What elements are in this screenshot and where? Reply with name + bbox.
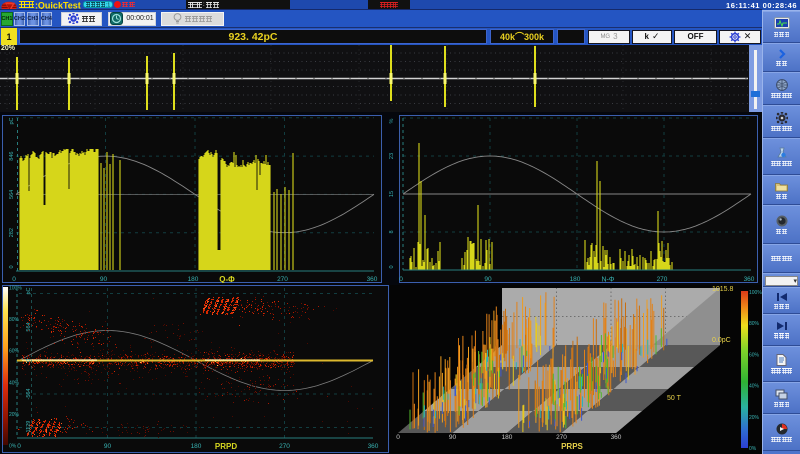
svg-text:0: 0	[9, 265, 15, 268]
svg-text:270: 270	[277, 276, 288, 283]
svg-text:0%: 0%	[9, 444, 17, 450]
svg-text:%: %	[389, 118, 395, 123]
svg-text:15: 15	[389, 191, 395, 197]
svg-text:40%: 40%	[9, 380, 20, 386]
svg-text:Q-Φ: Q-Φ	[219, 275, 235, 283]
svg-text:180: 180	[502, 434, 513, 441]
svg-text:90: 90	[104, 443, 112, 450]
svg-text:0: 0	[12, 276, 16, 283]
svg-text:564: 564	[9, 190, 15, 199]
svg-text:20%: 20%	[749, 415, 760, 421]
svg-text:50 T: 50 T	[667, 395, 682, 402]
svg-text:N-Φ: N-Φ	[602, 277, 615, 284]
svg-text:180: 180	[191, 443, 202, 450]
svg-text:20%: 20%	[9, 412, 20, 418]
svg-text:270: 270	[657, 276, 668, 283]
svg-text:pC: pC	[9, 117, 15, 124]
svg-text:40%: 40%	[749, 384, 760, 390]
svg-text:180: 180	[570, 276, 581, 283]
svg-text:180: 180	[188, 276, 199, 283]
svg-text:360: 360	[611, 434, 622, 441]
svg-text:360: 360	[367, 276, 378, 283]
svg-text:80%: 80%	[9, 317, 20, 323]
svg-text:270: 270	[279, 443, 290, 450]
svg-text:360: 360	[744, 276, 755, 283]
svg-text:80%: 80%	[749, 321, 760, 327]
svg-text:0: 0	[396, 434, 400, 441]
svg-text:0: 0	[389, 265, 395, 268]
svg-text:60%: 60%	[9, 349, 20, 355]
svg-text:PRPD: PRPD	[215, 442, 237, 451]
svg-text:282: 282	[9, 228, 15, 237]
svg-text:90: 90	[449, 434, 457, 441]
svg-text:0%: 0%	[749, 446, 757, 452]
svg-text:100%: 100%	[9, 286, 22, 292]
svg-text:360: 360	[368, 443, 379, 450]
svg-text:90: 90	[100, 276, 108, 283]
svg-text:8: 8	[389, 230, 395, 233]
svg-text:23: 23	[389, 153, 395, 159]
svg-text:0: 0	[399, 276, 403, 283]
svg-text:100%: 100%	[749, 290, 762, 296]
svg-text:90: 90	[484, 276, 492, 283]
svg-text:270: 270	[556, 434, 567, 441]
svg-text:PRPS: PRPS	[561, 442, 583, 451]
svg-text:1015.8: 1015.8	[712, 286, 734, 293]
svg-text:60%: 60%	[749, 352, 760, 358]
svg-text:0: 0	[17, 443, 21, 450]
svg-text:0.0pC: 0.0pC	[712, 337, 731, 344]
svg-text:846: 846	[9, 152, 15, 161]
